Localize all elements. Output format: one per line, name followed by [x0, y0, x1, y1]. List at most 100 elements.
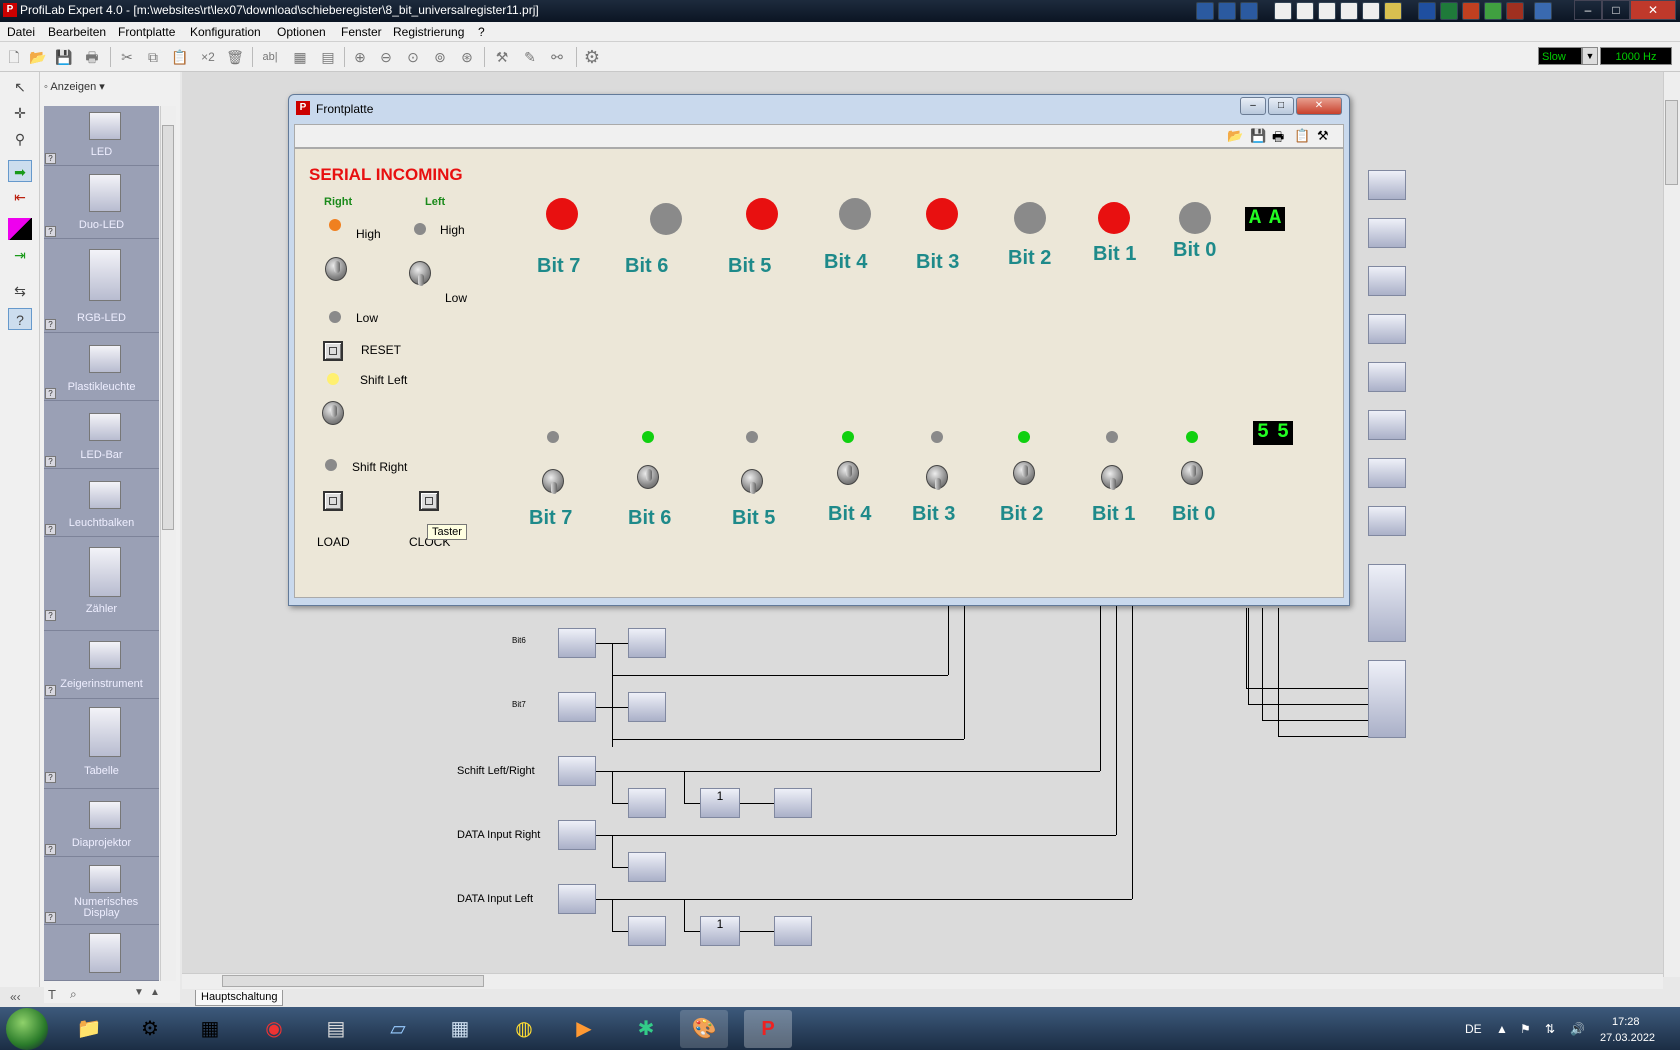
led-component[interactable]: [1368, 458, 1406, 488]
menu-registrierung[interactable]: Registrierung: [393, 25, 464, 39]
connector-icon[interactable]: ⚯: [547, 47, 567, 67]
switch-component[interactable]: [558, 628, 596, 658]
quicklaunch-icon[interactable]: [1196, 2, 1214, 20]
library-item-led-bar[interactable]: LED-Bar ?: [44, 401, 159, 469]
led-component[interactable]: [774, 916, 812, 946]
menu-bearbeiten[interactable]: Bearbeiten: [48, 25, 106, 39]
archive-icon[interactable]: ▤: [312, 1010, 360, 1048]
explorer-icon[interactable]: 📁: [65, 1010, 113, 1048]
arrow-up-icon[interactable]: ▲: [150, 987, 160, 998]
text-tool-icon[interactable]: T: [48, 987, 56, 1002]
led-component[interactable]: [628, 692, 666, 722]
minimize-button[interactable]: –: [1574, 0, 1602, 20]
led-component[interactable]: [1368, 314, 1406, 344]
paint-icon[interactable]: 🎨: [680, 1010, 728, 1048]
library-item-decoder[interactable]: [44, 925, 159, 981]
notes-icon[interactable]: [1362, 2, 1380, 20]
calculator-icon[interactable]: ▦: [436, 1010, 484, 1048]
led-component[interactable]: [1368, 362, 1406, 392]
library-item-diaprojektor[interactable]: Diaprojektor ?: [44, 789, 159, 857]
library-item-rgb-led[interactable]: RGB-LED ?: [44, 239, 159, 333]
switch-component[interactable]: [558, 884, 596, 914]
speed-select[interactable]: Slow: [1538, 47, 1582, 65]
volume-icon[interactable]: 🔊: [1570, 1022, 1585, 1036]
publisher-icon[interactable]: [1484, 2, 1502, 20]
access-icon[interactable]: [1506, 2, 1524, 20]
globe-icon[interactable]: ◍: [500, 1010, 548, 1048]
bit1-switch[interactable]: [1101, 465, 1123, 490]
print-icon[interactable]: 🖶: [82, 47, 102, 67]
powerpoint-icon[interactable]: [1462, 2, 1480, 20]
reset-button[interactable]: [323, 341, 343, 361]
bit6-switch[interactable]: [637, 465, 659, 489]
delete-icon[interactable]: 🗑: [225, 47, 245, 67]
bit4-switch[interactable]: [837, 461, 859, 485]
led-component[interactable]: [774, 788, 812, 818]
excel-icon[interactable]: [1440, 2, 1458, 20]
canvas-hscroll-thumb[interactable]: [222, 975, 484, 987]
tasks-icon[interactable]: [1318, 2, 1336, 20]
help-icon[interactable]: ?: [45, 226, 56, 237]
collapse-icon[interactable]: «‹: [10, 990, 21, 1004]
network-icon[interactable]: ⇅: [1545, 1022, 1555, 1036]
frontplate-maximize-button[interactable]: □: [1268, 97, 1294, 115]
help-icon[interactable]: ?: [45, 844, 56, 855]
help-icon[interactable]: ?: [45, 524, 56, 535]
input-icon[interactable]: ⇥: [8, 244, 32, 266]
menu-datei[interactable]: Datei: [7, 25, 35, 39]
led-component[interactable]: [628, 788, 666, 818]
bit0-switch[interactable]: [1181, 461, 1203, 485]
led-component[interactable]: [628, 628, 666, 658]
left-toggle-switch[interactable]: [409, 261, 431, 286]
copy-icon[interactable]: ⧉: [143, 47, 163, 67]
clock-time[interactable]: 17:28: [1612, 1016, 1640, 1028]
help-icon[interactable]: ?: [45, 319, 56, 330]
notebook-icon[interactable]: ▱: [374, 1010, 422, 1048]
contacts-icon[interactable]: [1340, 2, 1358, 20]
zoom-all-icon[interactable]: ⊛: [457, 47, 477, 67]
close-button[interactable]: ✕: [1630, 0, 1676, 20]
led-component[interactable]: [1368, 218, 1406, 248]
paste-icon[interactable]: 📋: [170, 47, 190, 67]
menu-help[interactable]: ?: [478, 25, 485, 39]
new-icon[interactable]: 🗋: [4, 47, 24, 67]
tools-icon[interactable]: ⚒: [1317, 128, 1329, 144]
library-item-zeigerinstrument[interactable]: Zeigerinstrument ?: [44, 631, 159, 699]
color-icon[interactable]: [8, 218, 32, 240]
led-component[interactable]: [1368, 170, 1406, 200]
open-icon[interactable]: 📂: [1227, 128, 1243, 144]
run-icon[interactable]: ➡: [8, 160, 32, 182]
search-icon[interactable]: ⚲: [8, 128, 32, 150]
swap-icon[interactable]: ⇆: [8, 280, 32, 302]
cut-icon[interactable]: ✂: [117, 47, 137, 67]
binoculars-icon[interactable]: ⌕: [70, 987, 77, 1002]
library-scroll-thumb[interactable]: [162, 125, 174, 530]
help-icon[interactable]: [1218, 2, 1236, 20]
clock-button[interactable]: [419, 491, 439, 511]
clock-date[interactable]: 27.03.2022: [1600, 1032, 1655, 1044]
text-icon[interactable]: ab|: [260, 47, 280, 67]
tray-expand-icon[interactable]: ▲: [1496, 1022, 1508, 1036]
help-icon[interactable]: [1240, 2, 1258, 20]
switch-component[interactable]: [558, 820, 596, 850]
help-icon[interactable]: ?: [45, 685, 56, 696]
zoom-fit-icon[interactable]: ⊙: [403, 47, 423, 67]
bit3-switch[interactable]: [926, 465, 948, 490]
canvas-vscroll-thumb[interactable]: [1665, 100, 1678, 185]
save-icon[interactable]: 💾: [54, 47, 74, 67]
help-icon[interactable]: ?: [45, 456, 56, 467]
arrow-down-icon[interactable]: ▼: [134, 987, 144, 998]
library-item-zaehler[interactable]: Zähler ?: [44, 537, 159, 631]
stop-icon[interactable]: ⇤: [8, 186, 32, 208]
flag-icon[interactable]: ⚑: [1520, 1022, 1531, 1036]
maximize-button[interactable]: □: [1602, 0, 1630, 20]
library-item-numerisches-display[interactable]: Numerisches Display ?: [44, 857, 159, 925]
save-icon[interactable]: 💾: [1250, 128, 1266, 144]
help-icon[interactable]: ?: [45, 912, 56, 923]
library-item-duo-led[interactable]: Duo-LED ?: [44, 166, 159, 239]
print-icon[interactable]: 🖶: [1272, 128, 1284, 150]
calendar-icon[interactable]: [1296, 2, 1314, 20]
led-component[interactable]: [1368, 410, 1406, 440]
word-icon[interactable]: [1418, 2, 1436, 20]
library-item-tabelle[interactable]: Tabelle ?: [44, 699, 159, 789]
